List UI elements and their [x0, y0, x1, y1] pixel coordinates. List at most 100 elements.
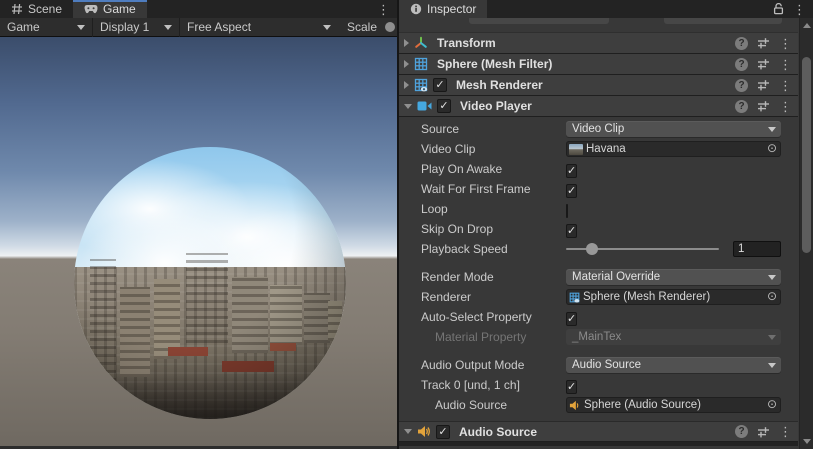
playback-speed-input[interactable]	[733, 241, 781, 257]
kebab-menu-icon[interactable]: ⋮	[779, 100, 792, 113]
wait-first-frame-checkbox[interactable]: ✓	[566, 184, 577, 198]
material-property-dropdown: _MainTex	[566, 329, 781, 345]
row-wait-first-frame: Wait For First Frame ✓	[399, 179, 798, 199]
inspector-menu-icon[interactable]: ⋮	[793, 3, 806, 16]
video-clip-thumbnail-icon	[569, 144, 583, 155]
chevron-down-icon	[768, 363, 776, 368]
lock-icon[interactable]	[773, 3, 784, 15]
preset-icon[interactable]	[757, 79, 770, 91]
expander-icon[interactable]	[404, 429, 412, 434]
preset-icon[interactable]	[757, 100, 770, 112]
field-label: Auto-Select Property	[421, 310, 532, 324]
kebab-menu-icon[interactable]: ⋮	[779, 79, 792, 92]
tab-scene-label: Scene	[28, 2, 62, 16]
chevron-down-icon	[77, 25, 85, 30]
chevron-down-icon	[768, 127, 776, 132]
row-auto-select-property: Auto-Select Property ✓	[399, 307, 798, 327]
preset-icon[interactable]	[757, 37, 770, 49]
video-player-enabled-checkbox[interactable]: ✓	[437, 99, 451, 113]
expander-icon[interactable]	[404, 39, 409, 47]
renderer-object-field[interactable]: Sphere (Mesh Renderer) ⊙	[566, 289, 781, 305]
row-playback-speed: Playback Speed	[399, 239, 798, 259]
game-viewport[interactable]	[0, 37, 397, 446]
track0-checkbox[interactable]: ✓	[566, 380, 577, 394]
row-material-property: Material Property _MainTex	[399, 327, 798, 347]
scroll-up-icon[interactable]	[803, 23, 811, 28]
loop-checkbox[interactable]	[566, 204, 568, 218]
audio-source-enabled-checkbox[interactable]: ✓	[436, 425, 450, 439]
kebab-menu-icon[interactable]: ⋮	[779, 58, 792, 71]
game-view-dropdown[interactable]: Game	[0, 18, 92, 36]
chevron-down-icon	[768, 275, 776, 280]
scale-slider-knob[interactable]	[385, 22, 395, 32]
row-source: Source Video Clip	[399, 119, 798, 139]
field-label: Material Property	[435, 330, 526, 344]
render-mode-dropdown[interactable]: Material Override	[566, 269, 781, 285]
help-icon[interactable]: ?	[735, 425, 748, 438]
scroll-down-icon[interactable]	[803, 439, 811, 444]
expander-icon[interactable]	[404, 104, 412, 109]
mesh-renderer-enabled-checkbox[interactable]: ✓	[433, 78, 447, 92]
help-icon[interactable]: ?	[735, 37, 748, 50]
kebab-menu-icon[interactable]: ⋮	[779, 37, 792, 50]
audio-output-mode-dropdown[interactable]: Audio Source	[566, 357, 781, 373]
source-dropdown[interactable]: Video Clip	[566, 121, 781, 137]
component-header-mesh-renderer[interactable]: ✓ Mesh Renderer ? ⋮	[399, 75, 798, 96]
tab-game[interactable]: Game	[73, 0, 147, 18]
display-dropdown[interactable]: Display 1	[93, 18, 179, 36]
field-label: Renderer	[421, 290, 471, 304]
scrollbar-thumb[interactable]	[802, 57, 811, 253]
auto-select-property-checkbox[interactable]: ✓	[566, 312, 577, 326]
video-player-icon	[417, 100, 432, 112]
preset-icon[interactable]	[757, 58, 770, 70]
field-label: Skip On Drop	[421, 222, 493, 236]
row-play-on-awake: Play On Awake ✓	[399, 159, 798, 179]
tab-game-label: Game	[103, 2, 136, 16]
slider-knob[interactable]	[586, 243, 598, 255]
scrolled-gameobject-fields	[399, 18, 798, 33]
component-header-audio-source[interactable]: ✓ Audio Source ? ⋮	[399, 421, 798, 442]
object-picker-icon[interactable]: ⊙	[764, 141, 780, 157]
field-label: Video Clip	[421, 142, 475, 156]
gamepad-icon	[84, 4, 98, 14]
skip-on-drop-checkbox[interactable]: ✓	[566, 224, 577, 238]
tab-inspector-label: Inspector	[427, 2, 476, 16]
row-skip-on-drop: Skip On Drop ✓	[399, 219, 798, 239]
component-header-mesh-filter[interactable]: Sphere (Mesh Filter) ? ⋮	[399, 54, 798, 75]
inspector-body: Transform ? ⋮ Sphere (Mesh Filter) ?	[399, 18, 813, 449]
aspect-dropdown[interactable]: Free Aspect	[180, 18, 338, 36]
mesh-filter-icon	[414, 57, 428, 71]
component-header-transform[interactable]: Transform ? ⋮	[399, 33, 798, 54]
component-header-video-player[interactable]: ✓ Video Player ? ⋮	[399, 96, 798, 117]
expander-icon[interactable]	[404, 60, 409, 68]
inspector-scrollbar[interactable]	[799, 18, 813, 449]
help-icon[interactable]: ?	[735, 79, 748, 92]
help-icon[interactable]: ?	[735, 58, 748, 71]
playback-speed-slider[interactable]	[566, 241, 719, 257]
help-icon[interactable]: ?	[735, 100, 748, 113]
audio-source-icon	[417, 425, 431, 438]
kebab-menu-icon[interactable]: ⋮	[779, 425, 792, 438]
field-label: Loop	[421, 202, 448, 216]
inspector-tab-bar: Inspector ⋮	[399, 0, 813, 18]
audio-source-object-field[interactable]: Sphere (Audio Source) ⊙	[566, 397, 781, 413]
field-label: Playback Speed	[421, 242, 508, 256]
field-label: Audio Output Mode	[421, 358, 524, 372]
scale-label: Scale	[347, 20, 377, 34]
object-picker-icon[interactable]: ⊙	[764, 397, 780, 413]
row-render-mode: Render Mode Material Override	[399, 267, 798, 287]
tab-scene[interactable]: Scene	[0, 0, 73, 18]
game-panel: Scene Game ⋮ Game Display 1 Free Asp	[0, 0, 397, 449]
preset-icon[interactable]	[757, 426, 770, 438]
game-panel-tab-bar: Scene Game ⋮	[0, 0, 397, 18]
field-label: Wait For First Frame	[421, 182, 531, 196]
tab-inspector[interactable]: Inspector	[399, 0, 487, 18]
row-video-clip: Video Clip Havana ⊙	[399, 139, 798, 159]
game-panel-menu-icon[interactable]: ⋮	[377, 3, 390, 16]
object-picker-icon[interactable]: ⊙	[764, 289, 780, 305]
expander-icon[interactable]	[404, 81, 409, 89]
video-clip-object-field[interactable]: Havana ⊙	[566, 141, 781, 157]
play-on-awake-checkbox[interactable]: ✓	[566, 164, 577, 178]
scene-grid-icon	[11, 3, 23, 15]
row-audio-output-mode: Audio Output Mode Audio Source	[399, 355, 798, 375]
